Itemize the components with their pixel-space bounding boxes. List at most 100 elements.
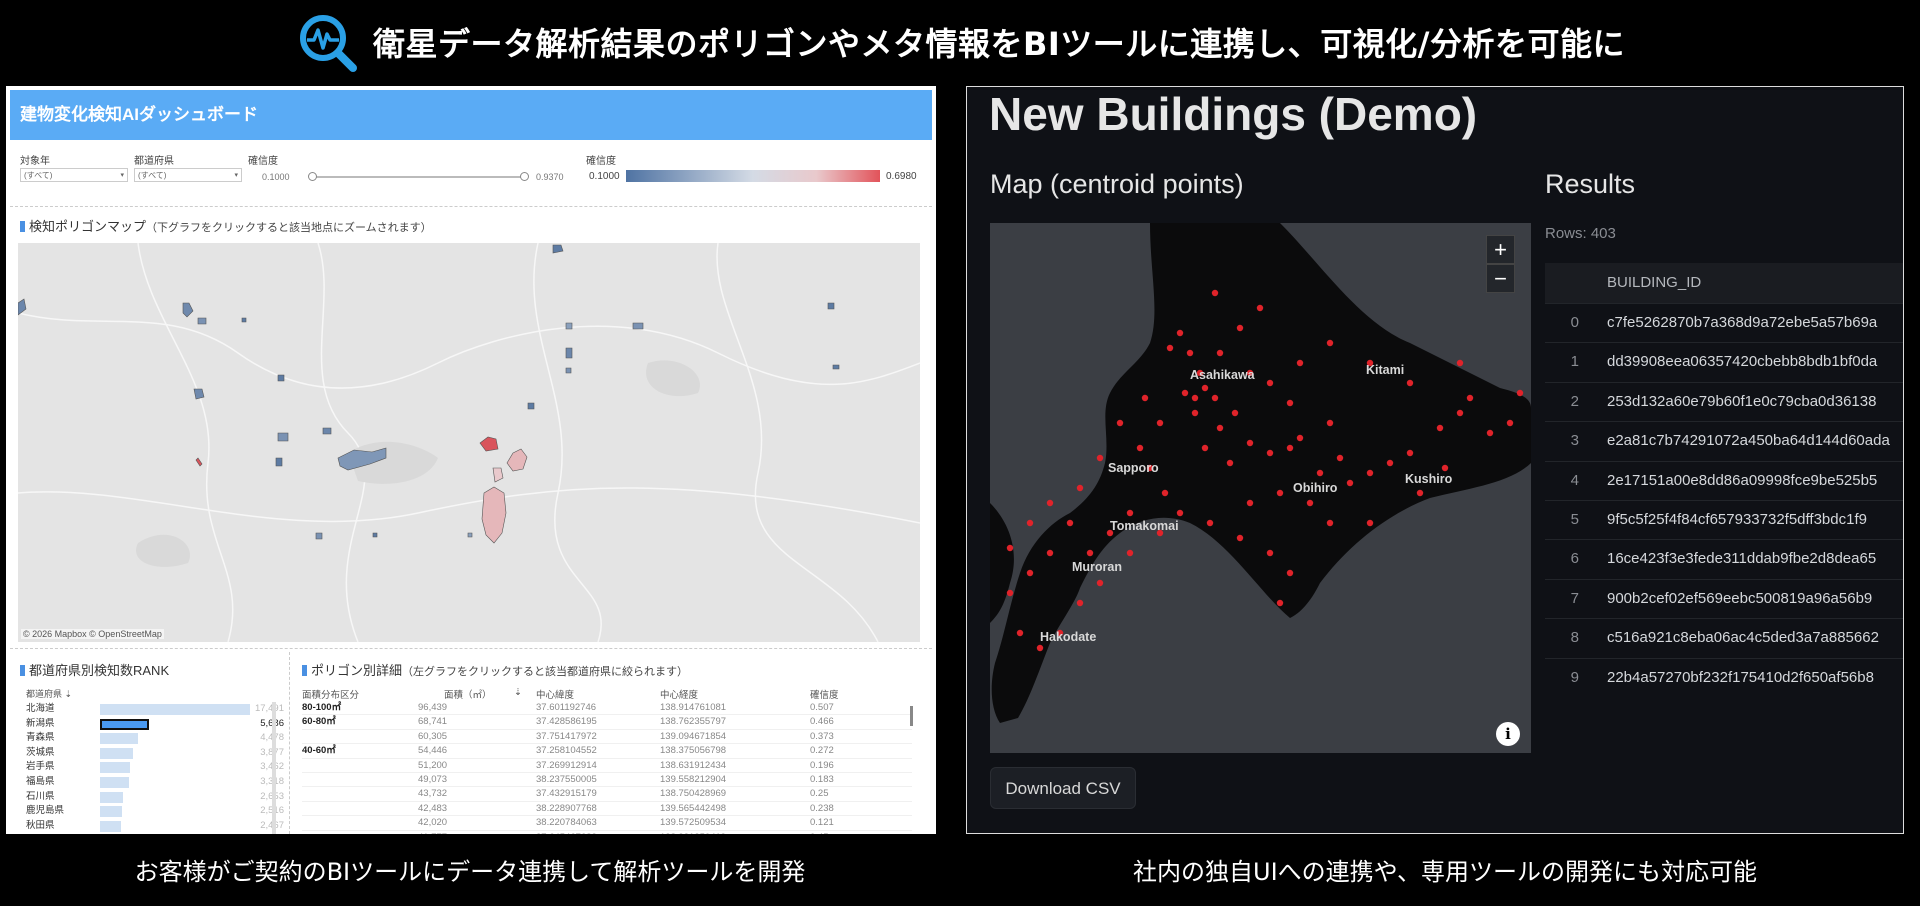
centroid-point[interactable]	[1036, 644, 1044, 652]
centroid-point[interactable]	[1186, 349, 1194, 357]
download-csv-button[interactable]: Download CSV	[990, 767, 1136, 809]
centroid-point[interactable]	[1506, 419, 1514, 427]
detail-row[interactable]: 41,777 37.645467682 138.931350419 0.45	[302, 831, 912, 834]
polygon-map[interactable]: © 2026 Mapbox © OpenStreetMap	[18, 243, 920, 642]
detail-row[interactable]: 49,073 38.237550005 139.558212904 0.183	[302, 773, 912, 788]
centroid-point[interactable]	[1046, 499, 1054, 507]
centroid-point[interactable]	[1266, 449, 1274, 457]
centroid-point[interactable]	[1076, 484, 1084, 492]
centroid-point[interactable]	[1306, 499, 1314, 507]
detail-row[interactable]: 43,732 37.432915179 138.750428969 0.25	[302, 787, 912, 802]
centroid-point[interactable]	[1191, 394, 1199, 402]
centroid-point[interactable]	[1216, 424, 1224, 432]
centroid-point[interactable]	[1006, 544, 1014, 552]
centroid-point[interactable]	[1066, 519, 1074, 527]
rank-bar[interactable]	[100, 733, 139, 745]
centroid-point[interactable]	[1416, 489, 1424, 497]
centroid-point[interactable]	[1236, 534, 1244, 542]
info-icon[interactable]: i	[1496, 722, 1520, 746]
centroid-point[interactable]	[1116, 419, 1124, 427]
rank-row[interactable]: 岩手県3,462	[20, 760, 284, 775]
detail-row[interactable]: 60,305 37.751417972 139.094671854 0.373	[302, 730, 912, 745]
centroid-point[interactable]	[1266, 379, 1274, 387]
rank-bar[interactable]	[100, 718, 149, 730]
results-row[interactable]: 5 9f5c5f25f4f84cf657933732f5dff3bdc1f9	[1545, 499, 1903, 539]
centroid-point[interactable]	[1466, 394, 1474, 402]
centroid-point[interactable]	[1266, 549, 1274, 557]
centroid-point[interactable]	[1006, 589, 1014, 597]
results-table[interactable]: BUILDING_ID 0 c7fe5262870b7a368d9a72ebe5a…	[1545, 263, 1903, 683]
centroid-point[interactable]	[1436, 424, 1444, 432]
rank-row[interactable]: 鹿児島県2,516	[20, 804, 284, 819]
centroid-point[interactable]	[1096, 579, 1104, 587]
centroid-point[interactable]	[1141, 394, 1149, 402]
results-table-header[interactable]: BUILDING_ID	[1545, 263, 1903, 303]
centroid-point[interactable]	[1441, 464, 1449, 472]
detail-row[interactable]: 42,483 38.228907768 139.565442498 0.238	[302, 802, 912, 817]
detail-row[interactable]: 42,020 38.220784063 139.572509534 0.121	[302, 816, 912, 831]
centroid-point[interactable]	[1456, 359, 1464, 367]
col-area-class[interactable]: 面積分布区分	[302, 687, 359, 701]
detail-row[interactable]: 51,200 37.269912914 138.631912434 0.196	[302, 759, 912, 773]
centroid-point[interactable]	[1086, 549, 1094, 557]
centroid-map[interactable]: Asahikawa Kitami Sapporo Obihiro Kushiro…	[990, 223, 1531, 753]
rank-bar[interactable]	[100, 791, 123, 803]
centroid-point[interactable]	[1126, 549, 1134, 557]
sort-icon[interactable]: ⇣	[65, 689, 73, 699]
col-lon[interactable]: 中心経度	[660, 687, 698, 701]
centroid-point[interactable]	[1016, 629, 1024, 637]
centroid-point[interactable]	[1136, 444, 1144, 452]
detail-row[interactable]: 60-80㎡ 68,741 37.428586195 138.762355797 0.4…	[302, 715, 912, 730]
centroid-point[interactable]	[1231, 409, 1239, 417]
detail-scrollbar[interactable]	[910, 706, 913, 726]
col-conf[interactable]: 確信度	[810, 687, 839, 701]
centroid-point[interactable]	[1296, 359, 1304, 367]
centroid-point[interactable]	[1406, 379, 1414, 387]
conf-slider-track[interactable]	[312, 176, 524, 178]
year-filter-select[interactable]: (すべて) ▾	[20, 168, 128, 182]
rank-bar[interactable]	[100, 776, 129, 788]
results-row[interactable]: 0 c7fe5262870b7a368d9a72ebe5a57b69a	[1545, 303, 1903, 342]
rank-bar[interactable]	[100, 806, 122, 818]
centroid-point[interactable]	[1276, 599, 1284, 607]
centroid-point[interactable]	[1156, 419, 1164, 427]
centroid-point[interactable]	[1026, 569, 1034, 577]
rank-bar[interactable]	[100, 762, 130, 774]
centroid-point[interactable]	[1366, 469, 1374, 477]
rank-column-header[interactable]: 都道府県 ⇣	[26, 687, 72, 700]
centroid-point[interactable]	[1456, 409, 1464, 417]
centroid-point[interactable]	[1216, 349, 1224, 357]
centroid-point[interactable]	[1176, 509, 1184, 517]
centroid-point[interactable]	[1286, 444, 1294, 452]
rank-row[interactable]: 福島県3,318	[20, 775, 284, 790]
centroid-point[interactable]	[1166, 344, 1174, 352]
centroid-point[interactable]	[1366, 519, 1374, 527]
centroid-point[interactable]	[1076, 599, 1084, 607]
centroid-point[interactable]	[1516, 389, 1524, 397]
rank-row[interactable]: 新潟県5,686	[20, 717, 284, 732]
centroid-point[interactable]	[1336, 454, 1344, 462]
results-row[interactable]: 1 dd39908eea06357420cbebb8bdb1bf0da	[1545, 342, 1903, 381]
centroid-point[interactable]	[1206, 519, 1214, 527]
centroid-point[interactable]	[1236, 324, 1244, 332]
centroid-point[interactable]	[1296, 434, 1304, 442]
rank-row[interactable]: 青森県4,478	[20, 731, 284, 746]
results-row[interactable]: 4 2e17151a00e8dd86a09998fce9be525b5	[1545, 460, 1903, 500]
centroid-point[interactable]	[1276, 489, 1284, 497]
centroid-point[interactable]	[1286, 399, 1294, 407]
rank-row[interactable]: 茨城県3,877	[20, 746, 284, 761]
map-attribution[interactable]: © 2026 Mapbox © OpenStreetMap	[21, 629, 164, 639]
centroid-point[interactable]	[1201, 384, 1209, 392]
conf-slider-max-handle[interactable]	[520, 172, 529, 181]
zoom-out-button[interactable]: −	[1486, 264, 1515, 293]
rank-bar[interactable]	[100, 704, 250, 715]
centroid-point[interactable]	[1096, 454, 1104, 462]
centroid-point[interactable]	[1326, 339, 1334, 347]
centroid-point[interactable]	[1211, 289, 1219, 297]
centroid-point[interactable]	[1126, 509, 1134, 517]
centroid-point[interactable]	[1211, 394, 1219, 402]
rank-row[interactable]: 石川県2,653	[20, 790, 284, 805]
results-row[interactable]: 3 e2a81c7b74291072a450ba64d144d60ada	[1545, 421, 1903, 460]
centroid-point[interactable]	[1046, 549, 1054, 557]
centroid-point[interactable]	[1386, 459, 1394, 467]
